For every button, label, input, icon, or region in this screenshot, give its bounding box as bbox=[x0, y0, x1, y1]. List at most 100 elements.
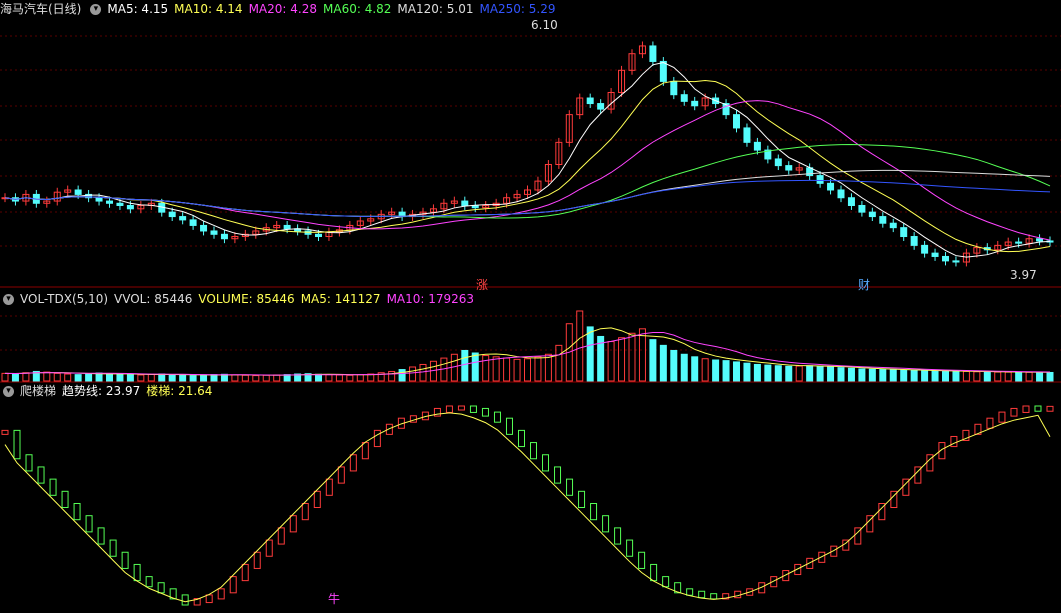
volume-bar bbox=[691, 356, 699, 382]
volume-bar bbox=[680, 353, 688, 382]
dropdown-icon[interactable]: ▾ bbox=[3, 386, 14, 397]
ma-legend-item-0: MA5: 4.15 bbox=[107, 2, 169, 16]
candle-body bbox=[126, 204, 134, 210]
ladder-step bbox=[1, 429, 9, 435]
volume-bar bbox=[837, 367, 845, 382]
ladder-step bbox=[626, 539, 634, 557]
ladder-step bbox=[457, 405, 465, 411]
ladder-step bbox=[578, 490, 586, 508]
volume-bar bbox=[952, 370, 960, 382]
candle-body bbox=[1015, 241, 1023, 244]
ladder-step bbox=[61, 490, 69, 508]
volume-bar bbox=[356, 374, 364, 382]
volume-bar bbox=[628, 332, 636, 382]
ladder-step bbox=[301, 503, 309, 521]
ladder-step bbox=[337, 466, 345, 484]
ladder-step bbox=[145, 576, 153, 588]
vol-legend-item-3: MA10: 179263 bbox=[386, 292, 475, 306]
volume-bar bbox=[921, 370, 929, 382]
candle-body bbox=[670, 80, 678, 96]
marker-zhang: 涨 bbox=[476, 278, 489, 292]
candle-body bbox=[921, 244, 929, 254]
volume-bar bbox=[1036, 371, 1044, 382]
volume-bar bbox=[576, 310, 584, 382]
candle-body bbox=[910, 236, 918, 246]
dropdown-icon[interactable]: ▾ bbox=[3, 294, 14, 305]
volume-bar bbox=[325, 374, 333, 382]
volume-bar bbox=[534, 356, 542, 382]
volume-bar bbox=[482, 355, 490, 382]
ladder-step bbox=[445, 405, 453, 413]
candle-body bbox=[168, 211, 176, 218]
ladder-step bbox=[265, 539, 273, 557]
vol-legend-item-2: MA5: 141127 bbox=[300, 292, 381, 306]
ladder-step bbox=[289, 515, 297, 533]
volume-bar bbox=[701, 358, 709, 382]
volume-bar bbox=[733, 361, 740, 382]
candle-body bbox=[931, 252, 939, 257]
volume-bar bbox=[712, 359, 720, 382]
ladder-step bbox=[998, 411, 1006, 423]
candle-body bbox=[200, 224, 208, 232]
volume-bar bbox=[879, 369, 887, 382]
ladder-step bbox=[614, 527, 622, 545]
volume-bar bbox=[1, 372, 9, 382]
volume-bar bbox=[816, 365, 824, 382]
candle-body bbox=[942, 255, 949, 262]
volume-bar bbox=[942, 370, 949, 382]
dropdown-icon[interactable]: ▾ bbox=[90, 4, 102, 15]
volume-bar bbox=[513, 358, 521, 382]
ma-legend-item-3: MA60: 4.82 bbox=[323, 2, 392, 16]
ladder-step bbox=[373, 429, 381, 448]
volume-bar bbox=[618, 337, 626, 382]
ladder-step bbox=[325, 478, 333, 496]
ladder-title: 爬楼梯 bbox=[20, 384, 57, 398]
candle-body bbox=[879, 216, 887, 224]
volume-bar bbox=[973, 371, 981, 382]
ladder-step bbox=[662, 576, 670, 588]
ladder-step bbox=[590, 503, 598, 521]
ladder-step bbox=[13, 429, 21, 460]
ladder-step bbox=[205, 594, 213, 604]
candle-body bbox=[106, 200, 113, 204]
volume-bar bbox=[398, 369, 406, 382]
volume-bar bbox=[983, 371, 991, 382]
volume-bar bbox=[262, 374, 270, 382]
volume-bar bbox=[492, 356, 500, 382]
candle-body bbox=[753, 141, 761, 151]
ladder-step bbox=[313, 490, 321, 508]
volume-bar bbox=[503, 357, 511, 382]
marker-cai: 财 bbox=[858, 278, 871, 292]
volume-bar bbox=[868, 368, 876, 382]
ladder-step bbox=[109, 539, 117, 557]
volume-bar bbox=[900, 369, 908, 382]
candle-body bbox=[1036, 238, 1044, 242]
ladder-step bbox=[481, 407, 489, 417]
volume-bar bbox=[116, 373, 124, 382]
volume-bar bbox=[335, 374, 343, 382]
volume-bar bbox=[722, 360, 730, 382]
candle-body bbox=[116, 202, 124, 206]
ladder-legend-item-0: 趋势线: 23.97 bbox=[62, 384, 141, 398]
high-price-label: 6.10 bbox=[531, 18, 558, 32]
main-chart-header: 海马汽车(日线) ▾ MA5: 4.15 MA10: 4.14 MA20: 4.28 MA… bbox=[0, 1, 568, 17]
volume-bar bbox=[659, 344, 667, 382]
candle-body bbox=[680, 94, 688, 102]
volume-bar bbox=[147, 373, 155, 382]
volume-bar bbox=[231, 374, 239, 382]
ladder-step bbox=[361, 442, 369, 460]
ladder-step bbox=[505, 417, 513, 435]
volume-bar bbox=[806, 365, 814, 382]
candle-body bbox=[816, 175, 824, 184]
vol-legend-item-1: VOLUME: 85446 bbox=[198, 292, 295, 306]
volume-bar bbox=[524, 358, 531, 382]
volume-bar bbox=[1015, 371, 1023, 382]
candle-body bbox=[868, 211, 876, 218]
volume-bar bbox=[555, 344, 563, 382]
ladder-header: ▾ 爬楼梯 趋势线: 23.97 楼梯: 21.64 bbox=[0, 383, 224, 399]
ladder-step bbox=[349, 454, 357, 472]
ladder-step bbox=[638, 551, 646, 569]
ladder-step bbox=[277, 527, 285, 545]
candle-body bbox=[95, 197, 103, 202]
ladder-step bbox=[253, 551, 261, 569]
